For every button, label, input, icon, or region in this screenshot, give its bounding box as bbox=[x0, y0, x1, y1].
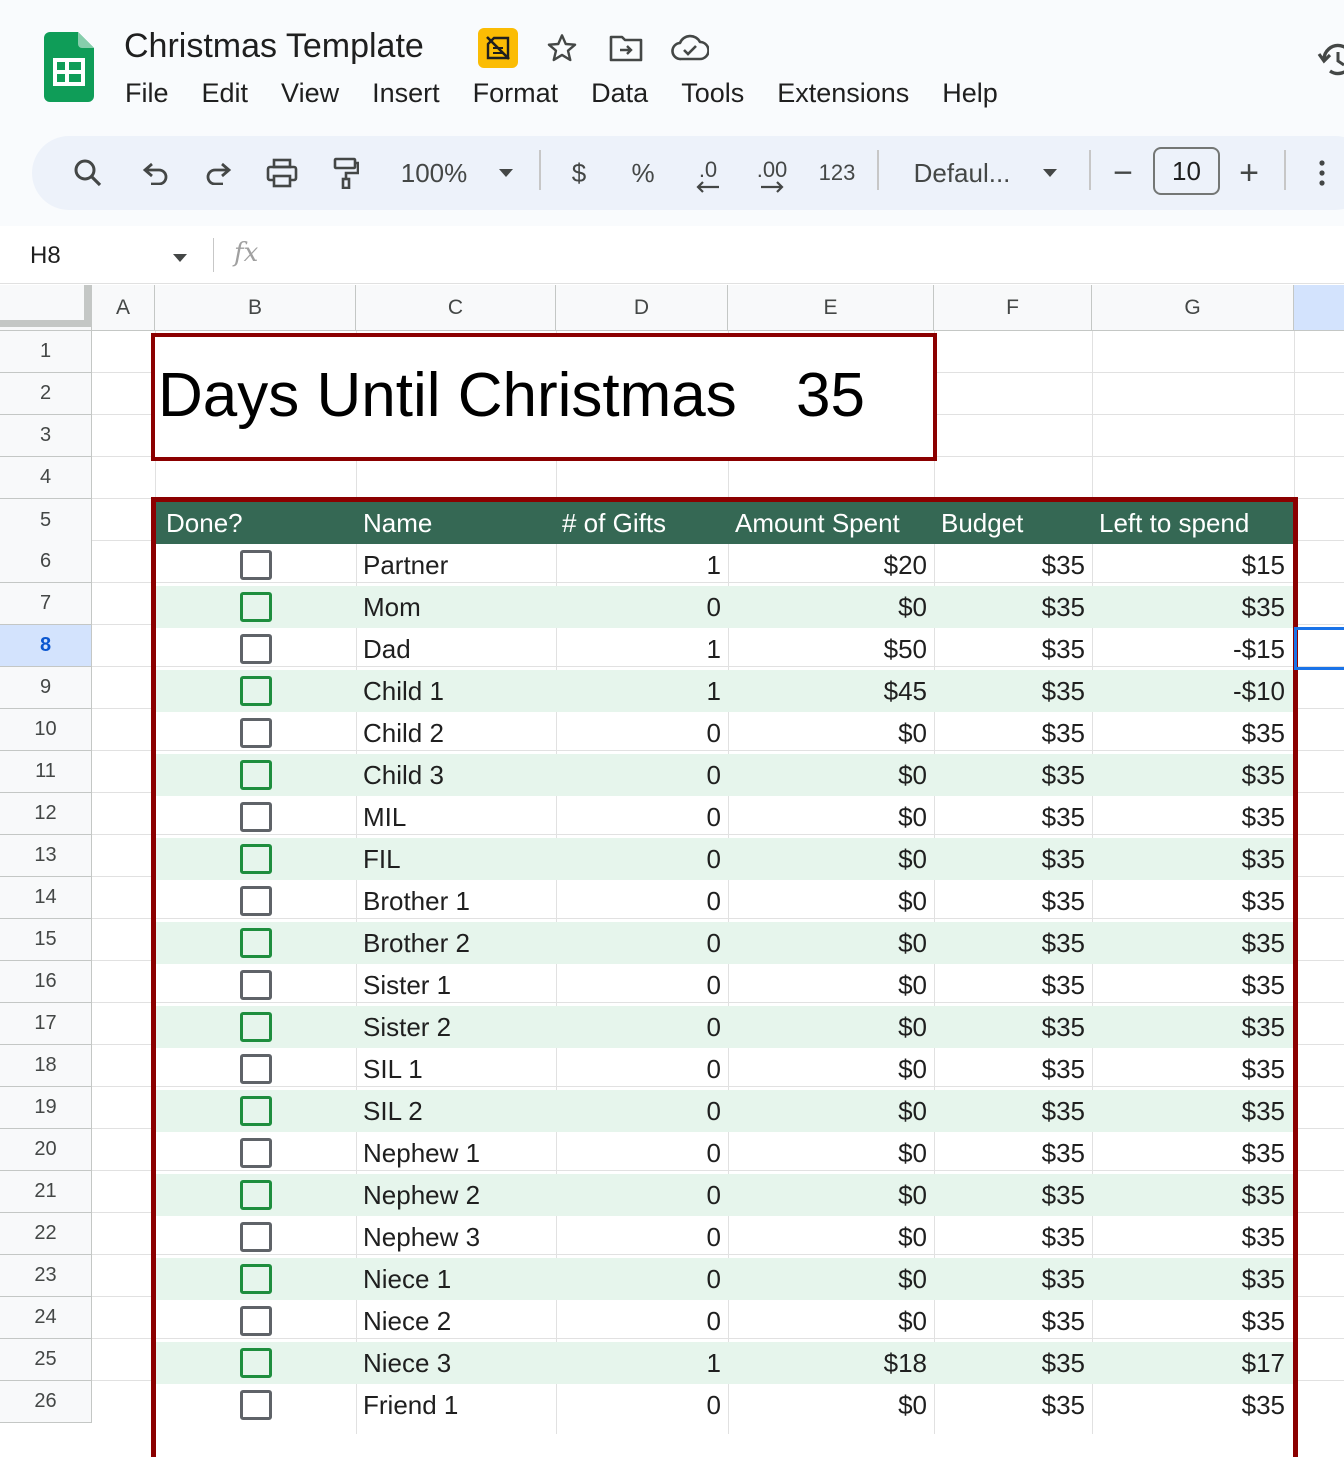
row-header-9[interactable]: 9 bbox=[0, 667, 92, 709]
zoom-select[interactable]: 100% bbox=[394, 136, 474, 210]
row-header-25[interactable]: 25 bbox=[0, 1339, 92, 1381]
row-header-5[interactable]: 5 bbox=[0, 499, 92, 543]
search-menus-icon[interactable] bbox=[66, 136, 110, 210]
menu-data[interactable]: Data bbox=[591, 76, 648, 110]
increase-decimal-button[interactable]: .00 bbox=[748, 136, 796, 210]
version-history-icon[interactable] bbox=[1316, 40, 1344, 80]
row-header-7[interactable]: 7 bbox=[0, 583, 92, 625]
column-header-e[interactable]: E bbox=[728, 285, 934, 331]
fx-icon: fx bbox=[234, 238, 259, 268]
selected-cell-h8[interactable] bbox=[1294, 627, 1344, 670]
column-header-f[interactable]: F bbox=[934, 285, 1092, 331]
zoom-dropdown-icon[interactable] bbox=[492, 136, 520, 210]
formula-bar bbox=[0, 226, 1344, 284]
row-header-13[interactable]: 13 bbox=[0, 835, 92, 877]
title-icons bbox=[478, 28, 710, 68]
column-header-a[interactable]: A bbox=[92, 285, 155, 331]
currency-format-button[interactable]: $ bbox=[562, 136, 596, 210]
paint-format-icon[interactable] bbox=[324, 136, 368, 210]
row-header-1[interactable]: 1 bbox=[0, 331, 92, 373]
menu-help[interactable]: Help bbox=[942, 76, 998, 110]
more-formats-button[interactable]: 123 bbox=[814, 136, 860, 210]
no-edit-access-icon[interactable] bbox=[478, 28, 518, 68]
row-header-14[interactable]: 14 bbox=[0, 877, 92, 919]
decrease-font-size-button[interactable]: − bbox=[1106, 136, 1140, 210]
increase-decimal-label: .00 bbox=[756, 157, 788, 182]
row-header-22[interactable]: 22 bbox=[0, 1213, 92, 1255]
increase-font-size-button[interactable]: + bbox=[1232, 136, 1266, 210]
font-dropdown-icon[interactable] bbox=[1036, 136, 1064, 210]
row-header-4[interactable]: 4 bbox=[0, 457, 92, 499]
menu-view[interactable]: View bbox=[281, 76, 339, 110]
menu-extensions[interactable]: Extensions bbox=[777, 76, 909, 110]
row-header-26[interactable]: 26 bbox=[0, 1381, 92, 1423]
move-folder-icon[interactable] bbox=[606, 28, 646, 68]
days-until-value[interactable]: 35 bbox=[796, 360, 865, 432]
font-size-input[interactable]: 10 bbox=[1153, 147, 1220, 195]
row-header-17[interactable]: 17 bbox=[0, 1003, 92, 1045]
menu-edit[interactable]: Edit bbox=[202, 76, 249, 110]
font-select[interactable]: Defaul... bbox=[906, 136, 1018, 210]
name-box-dropdown-icon[interactable] bbox=[172, 250, 188, 268]
undo-icon[interactable] bbox=[134, 136, 178, 210]
column-header-c[interactable]: C bbox=[356, 285, 556, 331]
print-icon[interactable] bbox=[260, 136, 304, 210]
row-header-18[interactable]: 18 bbox=[0, 1045, 92, 1087]
menu-format[interactable]: Format bbox=[473, 76, 559, 110]
formula-divider bbox=[213, 238, 214, 272]
row-header-23[interactable]: 23 bbox=[0, 1255, 92, 1297]
menu-insert[interactable]: Insert bbox=[372, 76, 440, 110]
decrease-decimal-button[interactable]: .0 bbox=[686, 136, 730, 210]
toolbar-divider bbox=[539, 150, 541, 190]
row-header-21[interactable]: 21 bbox=[0, 1171, 92, 1213]
row-header-16[interactable]: 16 bbox=[0, 961, 92, 1003]
column-header-g[interactable]: G bbox=[1092, 285, 1294, 331]
sheets-logo-icon[interactable] bbox=[44, 32, 94, 102]
toolbar-divider bbox=[1284, 150, 1286, 190]
arrow-left-icon bbox=[696, 181, 719, 193]
menu-tools[interactable]: Tools bbox=[681, 76, 744, 110]
toolbar-divider bbox=[877, 150, 879, 190]
frozen-row-handle[interactable] bbox=[0, 320, 84, 327]
days-until-label[interactable]: Days Until Christmas bbox=[158, 360, 737, 432]
row-header-10[interactable]: 10 bbox=[0, 709, 92, 751]
row-header-8[interactable]: 8 bbox=[0, 625, 92, 667]
arrow-right-icon bbox=[761, 181, 784, 193]
menu-bar: File Edit View Insert Format Data Tools … bbox=[125, 76, 998, 110]
decrease-decimal-label: .0 bbox=[698, 157, 718, 182]
row-header-20[interactable]: 20 bbox=[0, 1129, 92, 1171]
row-header-3[interactable]: 3 bbox=[0, 415, 92, 457]
document-title[interactable]: Christmas Template bbox=[124, 26, 424, 66]
toolbar-divider bbox=[1089, 150, 1091, 190]
cloud-saved-icon[interactable] bbox=[670, 28, 710, 68]
row-header-24[interactable]: 24 bbox=[0, 1297, 92, 1339]
row-header-11[interactable]: 11 bbox=[0, 751, 92, 793]
row-header-2[interactable]: 2 bbox=[0, 373, 92, 415]
row-header-19[interactable]: 19 bbox=[0, 1087, 92, 1129]
toolbar: 100% $ % .0 .00 123 Defaul... − + bbox=[32, 136, 1344, 210]
row-header-6[interactable]: 6 bbox=[0, 541, 92, 583]
row-header-12[interactable]: 12 bbox=[0, 793, 92, 835]
column-header-h[interactable] bbox=[1294, 285, 1344, 331]
percent-format-button[interactable]: % bbox=[626, 136, 660, 210]
column-header-d[interactable]: D bbox=[556, 285, 728, 331]
redo-icon[interactable] bbox=[196, 136, 240, 210]
column-header-b[interactable]: B bbox=[155, 285, 356, 331]
star-icon[interactable] bbox=[542, 28, 582, 68]
table-border bbox=[151, 497, 1298, 1457]
row-header-15[interactable]: 15 bbox=[0, 919, 92, 961]
frozen-column-handle[interactable] bbox=[84, 285, 91, 327]
name-box[interactable]: H8 bbox=[30, 242, 61, 270]
more-icon[interactable] bbox=[1312, 136, 1332, 210]
menu-file[interactable]: File bbox=[125, 76, 169, 110]
